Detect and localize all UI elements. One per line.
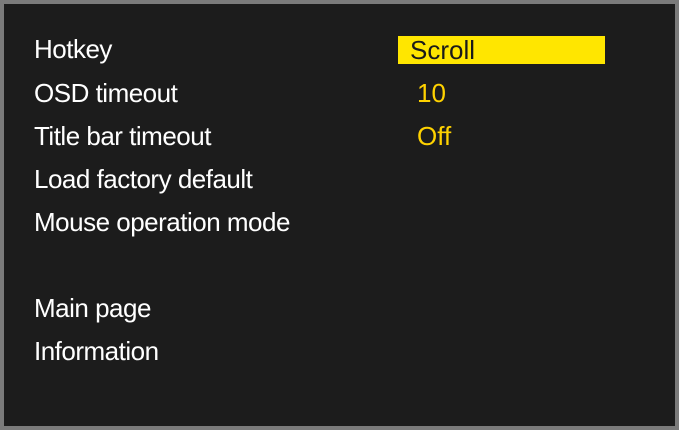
menu-item-mouse-operation-mode[interactable]: Mouse operation mode bbox=[34, 204, 290, 240]
menu-item-hotkey[interactable]: Hotkey bbox=[34, 31, 112, 67]
nav-item-main-page[interactable]: Main page bbox=[34, 290, 151, 326]
nav-item-information[interactable]: Information bbox=[34, 333, 159, 369]
hotkey-value[interactable]: Scroll bbox=[398, 36, 605, 64]
menu-item-load-factory-default[interactable]: Load factory default bbox=[34, 161, 253, 197]
osd-timeout-value[interactable]: 10 bbox=[417, 75, 446, 111]
menu-item-title-bar-timeout[interactable]: Title bar timeout bbox=[34, 118, 211, 154]
menu-item-osd-timeout[interactable]: OSD timeout bbox=[34, 75, 178, 111]
osd-menu-panel: Hotkey Scroll OSD timeout 10 Title bar t… bbox=[0, 0, 679, 430]
title-bar-timeout-value[interactable]: Off bbox=[417, 118, 451, 154]
